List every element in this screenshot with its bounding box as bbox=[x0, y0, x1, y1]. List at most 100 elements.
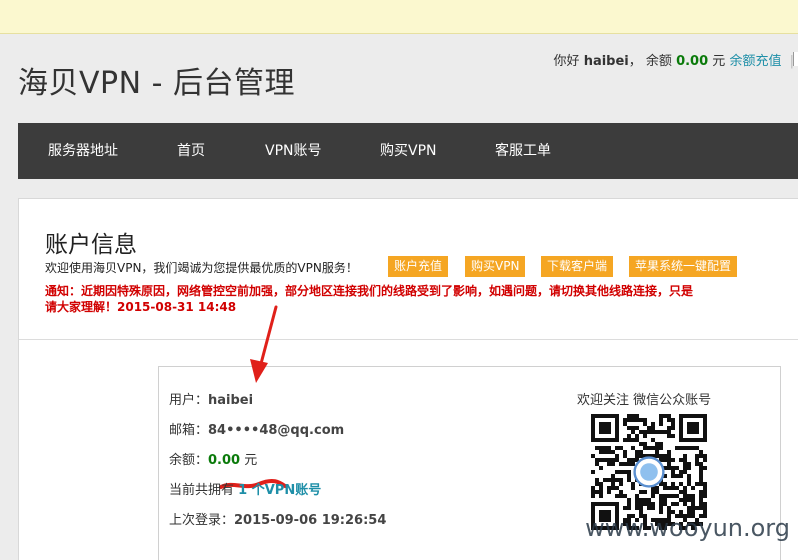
qr-module bbox=[699, 450, 703, 454]
last-login-value: 2015-09-06 19:26:54 bbox=[234, 513, 387, 528]
qr-module bbox=[671, 470, 675, 474]
qr-module bbox=[655, 442, 659, 446]
qr-caption: 欢迎关注 微信公众账号 bbox=[577, 393, 712, 408]
qr-module bbox=[627, 458, 631, 462]
qr-module bbox=[699, 478, 703, 482]
qr-module bbox=[695, 462, 699, 466]
qr-module bbox=[691, 494, 695, 498]
qr-module bbox=[623, 418, 627, 422]
section-title: 账户信息 bbox=[45, 232, 137, 258]
qr-module bbox=[699, 482, 703, 486]
qr-module bbox=[647, 426, 651, 430]
qr-module bbox=[627, 438, 631, 442]
qr-module bbox=[595, 490, 599, 494]
info-row-owned: 当前共拥有 1 个VPN账号 bbox=[169, 479, 321, 498]
qr-module bbox=[671, 418, 675, 422]
recharge-button[interactable]: 账户充值 bbox=[388, 256, 449, 277]
qr-module bbox=[635, 426, 639, 430]
nav-item-vpn-accounts[interactable]: VPN账号 bbox=[265, 123, 322, 179]
qr-module bbox=[667, 450, 671, 454]
qr-module bbox=[615, 486, 619, 490]
qr-module bbox=[659, 418, 663, 422]
qr-module bbox=[627, 462, 631, 466]
qr-module bbox=[683, 454, 687, 458]
qr-module bbox=[671, 458, 675, 462]
qr-module bbox=[679, 482, 683, 486]
apple-config-button[interactable]: 苹果系统一键配置 bbox=[629, 256, 738, 277]
qr-module bbox=[603, 478, 607, 482]
qr-module bbox=[623, 462, 627, 466]
qr-module bbox=[635, 498, 639, 502]
qr-module bbox=[659, 422, 663, 426]
main-nav: 服务器地址 首页 VPN账号 购买VPN 客服工单 bbox=[18, 123, 798, 179]
qr-module bbox=[691, 502, 695, 506]
qr-module bbox=[639, 498, 643, 502]
qr-module bbox=[695, 454, 699, 458]
nav-item-buy-vpn[interactable]: 购买VPN bbox=[380, 123, 437, 179]
qr-module bbox=[683, 466, 687, 470]
top-notice-bar bbox=[0, 0, 798, 34]
qr-module bbox=[659, 454, 663, 458]
buy-vpn-button[interactable]: 购买VPN bbox=[465, 256, 526, 277]
qr-module bbox=[655, 430, 659, 434]
qr-module bbox=[627, 478, 631, 482]
qr-module bbox=[607, 446, 611, 450]
qr-module bbox=[607, 450, 611, 454]
qr-module bbox=[639, 502, 643, 506]
qr-module bbox=[687, 462, 691, 466]
qr-module bbox=[675, 494, 679, 498]
qr-module bbox=[659, 430, 663, 434]
qr-module bbox=[659, 498, 663, 502]
qr-module bbox=[627, 426, 631, 430]
qr-module bbox=[663, 414, 667, 418]
qr-module bbox=[599, 446, 603, 450]
qr-module bbox=[703, 454, 707, 458]
qr-module bbox=[703, 466, 707, 470]
qr-module bbox=[667, 414, 671, 418]
qr-module bbox=[599, 490, 603, 494]
qr-module bbox=[627, 506, 631, 510]
info-row-balance: 余额：0.00 元 bbox=[169, 449, 257, 468]
username-text: haibei bbox=[583, 54, 629, 69]
qr-module bbox=[671, 494, 675, 498]
qr-module bbox=[687, 446, 691, 450]
qr-module bbox=[663, 494, 667, 498]
vpn-accounts-link[interactable]: 1 个VPN账号 bbox=[238, 483, 321, 498]
qr-module bbox=[631, 418, 635, 422]
qr-module bbox=[651, 446, 655, 450]
qr-module bbox=[607, 490, 611, 494]
qr-module bbox=[663, 482, 667, 486]
qr-module bbox=[683, 462, 687, 466]
qr-module bbox=[627, 414, 631, 418]
nav-item-home[interactable]: 首页 bbox=[177, 123, 205, 179]
qr-module bbox=[623, 422, 627, 426]
qr-module bbox=[595, 446, 599, 450]
qr-module bbox=[651, 506, 655, 510]
qr-module bbox=[627, 498, 631, 502]
account-panel: 账户信息 欢迎使用海贝VPN，我们竭诚为您提供最优质的VPN服务！ 账户充值 购… bbox=[18, 198, 798, 560]
qr-module bbox=[591, 490, 595, 494]
qr-module bbox=[615, 478, 619, 482]
qr-module bbox=[695, 482, 699, 486]
qr-module bbox=[687, 506, 691, 510]
download-client-button[interactable]: 下载客户端 bbox=[541, 256, 614, 277]
qr-module bbox=[699, 474, 703, 478]
qr-module bbox=[639, 430, 643, 434]
qr-module bbox=[679, 470, 683, 474]
qr-module bbox=[623, 494, 627, 498]
qr-module bbox=[635, 418, 639, 422]
qr-module bbox=[691, 446, 695, 450]
nav-item-servers[interactable]: 服务器地址 bbox=[48, 123, 118, 179]
recharge-link[interactable]: 余额充值 bbox=[729, 54, 781, 69]
qr-module bbox=[619, 470, 623, 474]
qr-module bbox=[643, 498, 647, 502]
qr-module bbox=[659, 506, 663, 510]
qr-module bbox=[699, 498, 703, 502]
qr-module bbox=[647, 498, 651, 502]
nav-item-tickets[interactable]: 客服工单 bbox=[495, 123, 551, 179]
qr-module bbox=[679, 490, 683, 494]
user-value: haibei bbox=[208, 393, 254, 408]
qr-module bbox=[671, 486, 675, 490]
qr-module bbox=[627, 502, 631, 506]
qr-module bbox=[627, 474, 631, 478]
